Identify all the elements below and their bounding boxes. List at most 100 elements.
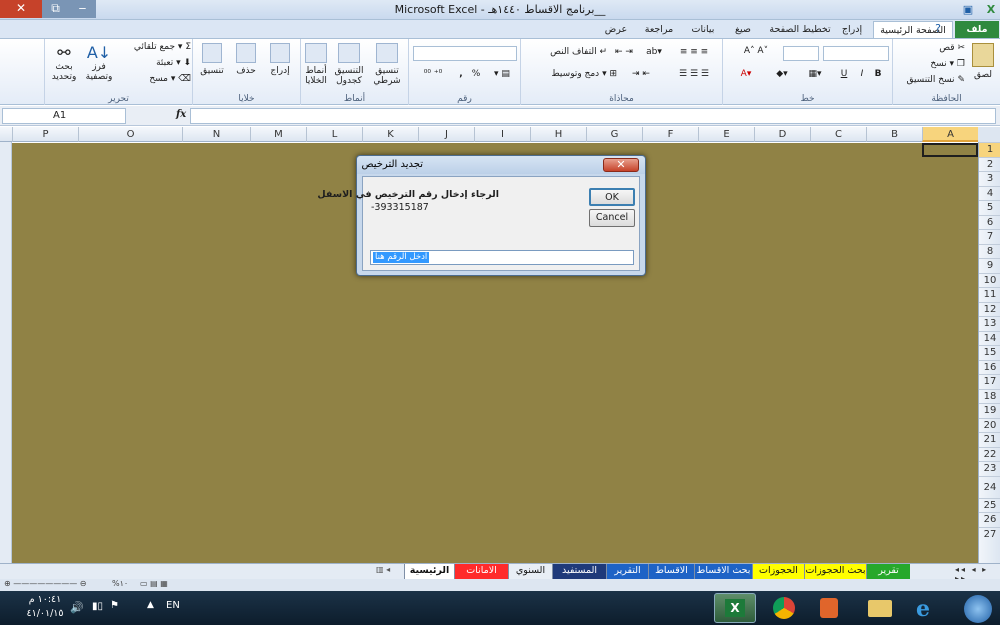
tab-insert[interactable]: إدراج: [835, 21, 869, 39]
row-header[interactable]: 7: [979, 229, 1000, 244]
dialog-ok-button[interactable]: OK: [589, 188, 635, 206]
delete-cells-button[interactable]: حذف: [229, 43, 263, 76]
tab-formulas[interactable]: صيغ: [725, 21, 761, 39]
column-header-o[interactable]: O: [78, 127, 182, 142]
underline-button[interactable]: U: [835, 69, 853, 79]
sheet-tab[interactable]: بحث الحجوزات: [804, 564, 866, 579]
column-header-c[interactable]: C: [810, 127, 866, 142]
sheet-tab[interactable]: الرئيسية: [404, 564, 454, 579]
dialog-close-button[interactable]: ✕: [603, 158, 639, 172]
font-grow-shrink[interactable]: A˄ A˅: [731, 46, 781, 56]
sheet-tab[interactable]: الاقساط: [648, 564, 694, 579]
save-icon[interactable]: ▣: [960, 2, 976, 17]
volume-icon[interactable]: 🔊: [70, 601, 84, 614]
currency-icon[interactable]: ▾ ▤: [487, 69, 517, 79]
row-header[interactable]: 18: [979, 388, 1000, 404]
row-header[interactable]: 2: [979, 156, 1000, 172]
column-header-p[interactable]: P: [12, 127, 78, 142]
dialog-cancel-button[interactable]: Cancel: [589, 209, 635, 227]
copy-button[interactable]: نسخ ▾ ❐: [911, 59, 965, 69]
format-as-table-button[interactable]: التنسيق كجدول: [331, 43, 367, 86]
sheet-tab[interactable]: بحث الاقساط: [694, 564, 752, 579]
row-header[interactable]: 15: [979, 345, 1000, 360]
action-center-flag-icon[interactable]: ⚑: [110, 600, 119, 611]
row-header[interactable]: 17: [979, 374, 1000, 389]
cut-button[interactable]: قص ✂: [921, 43, 965, 53]
font-name-combo[interactable]: [823, 46, 889, 61]
cell-styles-button[interactable]: أنماط الخلايا: [301, 43, 331, 86]
sheet-tab[interactable]: السنوي: [508, 564, 552, 579]
sheet-tab[interactable]: التقرير: [606, 564, 648, 579]
zoom-level[interactable]: %١٠: [112, 579, 128, 588]
column-header-m[interactable]: M: [250, 127, 306, 142]
conditional-format-button[interactable]: تنسيق شرطي: [367, 43, 407, 86]
row-header[interactable]: 16: [979, 359, 1000, 375]
taskbar-media-player-icon[interactable]: [808, 593, 850, 623]
row-header[interactable]: 1: [979, 142, 1000, 157]
tray-expand-icon[interactable]: ▲: [147, 600, 154, 610]
column-header-n[interactable]: N: [182, 127, 250, 142]
clock-date[interactable]: ٤١/٠١/١٥: [20, 608, 70, 619]
bold-button[interactable]: B: [871, 69, 885, 79]
sheet-tab[interactable]: الحجوزات: [752, 564, 804, 579]
taskbar-excel-icon[interactable]: X: [714, 593, 756, 623]
name-box[interactable]: A1: [2, 108, 126, 124]
borders-icon[interactable]: ▦▾: [803, 69, 827, 79]
number-format-combo[interactable]: [413, 46, 517, 61]
column-header-k[interactable]: K: [362, 127, 418, 142]
row-header[interactable]: 8: [979, 243, 1000, 259]
column-header-a[interactable]: A: [922, 127, 978, 142]
taskbar-internet-explorer-icon[interactable]: e: [906, 593, 948, 623]
language-indicator[interactable]: EN: [166, 600, 180, 611]
font-color-icon[interactable]: A▾: [731, 69, 761, 79]
row-header[interactable]: 14: [979, 330, 1000, 346]
paste-button[interactable]: لصق: [968, 43, 998, 80]
view-mode-icons[interactable]: ▭ ▤ ▦: [140, 579, 168, 588]
row-header[interactable]: 21: [979, 432, 1000, 447]
taskbar-file-explorer-icon[interactable]: [858, 593, 900, 623]
percent-button[interactable]: %: [469, 69, 483, 79]
start-button[interactable]: [958, 593, 998, 623]
fill-color-icon[interactable]: ◆▾: [767, 69, 797, 79]
orientation-icon[interactable]: ab▾: [641, 47, 667, 57]
column-header-h[interactable]: H: [530, 127, 586, 142]
column-header-g[interactable]: G: [586, 127, 642, 142]
comma-button[interactable]: ,: [455, 69, 467, 79]
align-left-right-icons[interactable]: ☰ ☰ ☰: [669, 69, 719, 79]
autosum-button[interactable]: جمع تلقائي ▾ Σ: [117, 42, 191, 52]
row-header[interactable]: 11: [979, 287, 1000, 302]
row-header[interactable]: 9: [979, 258, 1000, 273]
find-select-button[interactable]: ⚯ بحث وتحديد: [47, 43, 81, 82]
sort-filter-button[interactable]: A↓ فرز وتصفية: [81, 43, 117, 82]
format-painter-button[interactable]: نسخ التنسيق ✎: [895, 75, 965, 85]
column-header-l[interactable]: L: [306, 127, 362, 142]
decimal-icons[interactable]: ⁰⁰ ⁺⁰: [415, 69, 451, 79]
fx-icon[interactable]: fx: [176, 109, 186, 120]
column-header-e[interactable]: E: [698, 127, 754, 142]
clock-time[interactable]: ١٠:٤١ م: [20, 594, 70, 605]
row-header[interactable]: 12: [979, 301, 1000, 317]
tab-page-layout[interactable]: تخطيط الصفحة: [767, 21, 833, 39]
indent-icons[interactable]: ⇥ ⇤: [621, 69, 661, 79]
row-header[interactable]: 24: [979, 475, 1000, 498]
row-header[interactable]: 23: [979, 461, 1000, 476]
italic-button[interactable]: I: [855, 69, 869, 79]
row-header[interactable]: 22: [979, 446, 1000, 462]
insert-cells-button[interactable]: إدراج: [263, 43, 297, 76]
row-header[interactable]: 3: [979, 171, 1000, 186]
tab-data[interactable]: بيانات: [683, 21, 723, 39]
fill-button[interactable]: تعبئة ▾ ⬇: [117, 58, 191, 68]
sheet-tab[interactable]: الامانات: [454, 564, 508, 579]
indent-icon[interactable]: ⇤ ⇥: [609, 47, 639, 57]
row-header[interactable]: 4: [979, 185, 1000, 201]
clear-button[interactable]: مسح ▾ ⌫: [117, 74, 191, 84]
select-all-corner[interactable]: [978, 127, 1000, 142]
font-size-combo[interactable]: [783, 46, 819, 61]
tab-review[interactable]: مراجعة: [638, 21, 680, 39]
tab-view[interactable]: عرض: [598, 21, 634, 39]
formula-input[interactable]: [190, 108, 996, 124]
row-header[interactable]: 6: [979, 214, 1000, 230]
align-top-icons[interactable]: ≡ ≡ ≡: [669, 47, 719, 57]
active-cell-a1[interactable]: [922, 143, 978, 157]
row-header[interactable]: 13: [979, 316, 1000, 331]
